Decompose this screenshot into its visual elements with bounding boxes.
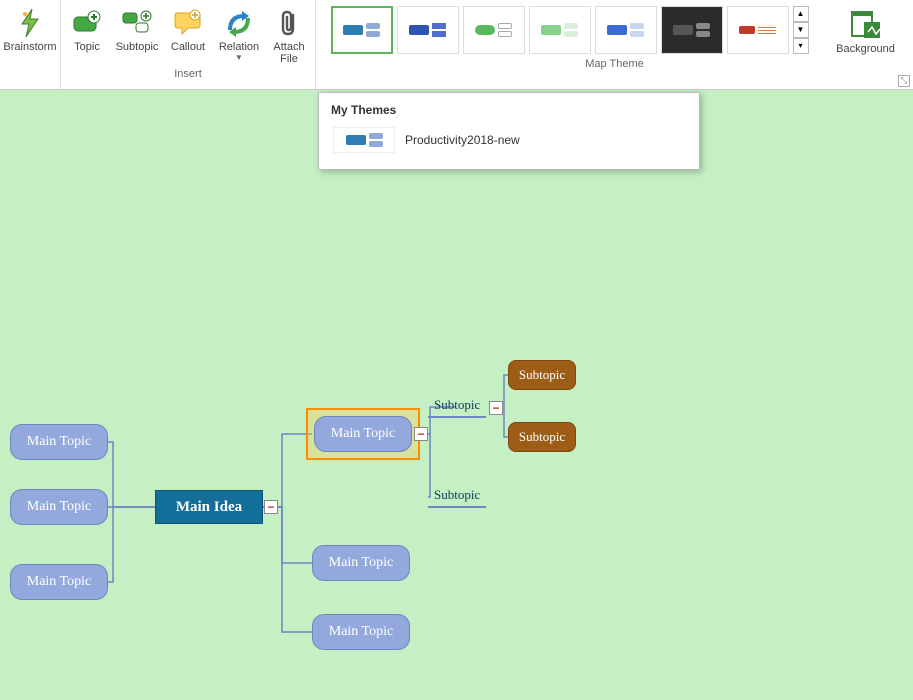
ribbon: Brainstorm Topic Subtopic — [0, 0, 913, 90]
node-subtopic-plain-1[interactable]: Subtopic — [428, 396, 486, 418]
dropdown-caret-icon: ▼ — [235, 53, 243, 62]
theme-scroll-down-button[interactable]: ▼ — [793, 22, 809, 38]
ribbon-group-brainstorm: Brainstorm — [0, 0, 61, 89]
node-subtopic-plain-2[interactable]: Subtopic — [428, 486, 486, 508]
node-subtopic-brown-1[interactable]: Subtopic — [508, 360, 576, 390]
node-main-topic-right-5[interactable]: Main Topic — [312, 614, 410, 650]
node-main-topic-selected[interactable]: Main Topic — [314, 416, 412, 452]
my-theme-name: Productivity2018-new — [405, 133, 520, 147]
my-themes-popup: My Themes Productivity2018-new — [318, 92, 700, 170]
mindmap-canvas[interactable]: Main Topic Main Topic Main Topic Main Id… — [0, 90, 913, 700]
relation-label: Relation — [219, 41, 259, 53]
callout-button[interactable]: Callout — [165, 4, 211, 56]
insert-group-label: Insert — [65, 68, 311, 81]
my-theme-thumb — [333, 127, 395, 153]
topic-button[interactable]: Topic — [65, 4, 109, 56]
node-main-topic-right-4[interactable]: Main Topic — [312, 545, 410, 581]
subtopic-button[interactable]: Subtopic — [111, 4, 163, 56]
topic-icon — [71, 7, 103, 39]
theme-thumb-6[interactable] — [661, 6, 723, 54]
theme-thumb-7[interactable] — [727, 6, 789, 54]
collapse-toggle-subtopic[interactable]: − — [489, 401, 503, 415]
paperclip-icon — [273, 7, 305, 39]
ribbon-group-insert: Topic Subtopic Callout Relation ▼ — [61, 0, 316, 89]
relation-button[interactable]: Relation ▼ — [213, 4, 265, 65]
subtopic-label: Subtopic — [116, 41, 159, 53]
theme-thumb-2[interactable] — [397, 6, 459, 54]
theme-gallery-spinner: ▲ ▼ ▾ — [793, 6, 809, 54]
callout-icon — [172, 7, 204, 39]
theme-dropdown-button[interactable]: ▾ — [793, 38, 809, 54]
subtopic-icon — [121, 7, 153, 39]
callout-label: Callout — [171, 41, 205, 53]
theme-thumb-3[interactable] — [463, 6, 525, 54]
map-theme-group-label: Map Theme — [320, 58, 909, 71]
connectors — [0, 90, 913, 700]
node-main-topic-left-1[interactable]: Main Topic — [10, 424, 108, 460]
theme-scroll-up-button[interactable]: ▲ — [793, 6, 809, 22]
theme-gallery: ▲ ▼ ▾ Background — [327, 2, 903, 58]
background-label: Background — [836, 43, 895, 55]
collapse-toggle-central[interactable]: − — [264, 500, 278, 514]
background-button[interactable]: Background — [833, 6, 899, 58]
background-icon — [850, 9, 882, 41]
my-themes-title: My Themes — [331, 103, 687, 117]
lightning-icon — [14, 7, 46, 39]
node-main-topic-left-2[interactable]: Main Topic — [10, 489, 108, 525]
brainstorm-label: Brainstorm — [3, 41, 56, 53]
attach-file-label: Attach File — [273, 41, 304, 65]
theme-thumb-1[interactable] — [331, 6, 393, 54]
map-theme-launcher[interactable]: ⤡ — [898, 75, 910, 87]
my-theme-entry[interactable]: Productivity2018-new — [331, 125, 687, 155]
attach-file-button[interactable]: Attach File — [267, 4, 311, 68]
collapse-toggle-selected[interactable]: − — [414, 427, 428, 441]
brainstorm-button[interactable]: Brainstorm — [4, 4, 56, 56]
theme-thumb-5[interactable] — [595, 6, 657, 54]
theme-thumb-4[interactable] — [529, 6, 591, 54]
node-central-idea[interactable]: Main Idea — [155, 490, 263, 524]
ribbon-group-map-theme: ▲ ▼ ▾ Background Map Theme ⤡ — [316, 0, 913, 89]
node-subtopic-brown-2[interactable]: Subtopic — [508, 422, 576, 452]
topic-label: Topic — [74, 41, 100, 53]
node-main-topic-left-3[interactable]: Main Topic — [10, 564, 108, 600]
relation-icon — [223, 7, 255, 39]
